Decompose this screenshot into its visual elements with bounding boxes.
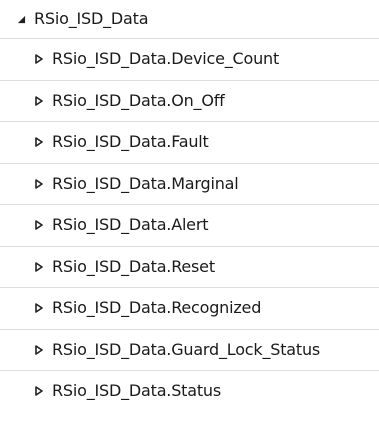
triangle-right-icon[interactable] bbox=[34, 344, 44, 356]
tree-node-recognized[interactable]: RSio_ISD_Data.Recognized bbox=[0, 287, 379, 329]
triangle-right-icon[interactable] bbox=[34, 95, 44, 107]
tree-children: RSio_ISD_Data.Device_Count RSio_ISD_Data… bbox=[0, 38, 379, 412]
tree-node-label: RSio_ISD_Data.Alert bbox=[52, 215, 209, 235]
tree-node-label: RSio_ISD_Data.Guard_Lock_Status bbox=[52, 339, 321, 359]
tree-node-fault[interactable]: RSio_ISD_Data.Fault bbox=[0, 121, 379, 163]
tree-node-label: RSio_ISD_Data.Status bbox=[52, 381, 221, 401]
triangle-right-icon[interactable] bbox=[34, 53, 44, 65]
triangle-right-icon[interactable] bbox=[34, 385, 44, 397]
tree-node-on-off[interactable]: RSio_ISD_Data.On_Off bbox=[0, 79, 379, 122]
tree-node-label: RSio_ISD_Data.On_Off bbox=[52, 90, 225, 110]
tree-node-label: RSio_ISD_Data.Marginal bbox=[52, 173, 239, 193]
tree-node-status[interactable]: RSio_ISD_Data.Status bbox=[0, 370, 379, 412]
tree-node-marginal[interactable]: RSio_ISD_Data.Marginal bbox=[0, 162, 379, 205]
tree-node-device-count[interactable]: RSio_ISD_Data.Device_Count bbox=[0, 38, 379, 80]
triangle-right-icon[interactable] bbox=[34, 302, 44, 314]
tree-node-rsio-isd-data[interactable]: RSio_ISD_Data bbox=[0, 0, 379, 38]
tree-node-guard-lock-status[interactable]: RSio_ISD_Data.Guard_Lock_Status bbox=[0, 328, 379, 371]
triangle-right-icon[interactable] bbox=[34, 178, 44, 190]
tree-node-label: RSio_ISD_Data.Recognized bbox=[52, 298, 262, 318]
tag-tree-view: RSio_ISD_Data RSio_ISD_Data.Device_Count… bbox=[0, 0, 379, 434]
tree-node-label: RSio_ISD_Data.Device_Count bbox=[52, 49, 280, 69]
triangle-right-icon[interactable] bbox=[34, 261, 44, 273]
tree-node-label: RSio_ISD_Data.Fault bbox=[52, 132, 209, 152]
triangle-right-icon[interactable] bbox=[34, 136, 44, 148]
tree-node-alert[interactable]: RSio_ISD_Data.Alert bbox=[0, 204, 379, 246]
triangle-right-icon[interactable] bbox=[34, 219, 44, 231]
tree-node-reset[interactable]: RSio_ISD_Data.Reset bbox=[0, 245, 379, 288]
tree-node-label: RSio_ISD_Data.Reset bbox=[52, 256, 215, 276]
tree-node-label: RSio_ISD_Data bbox=[34, 9, 149, 28]
triangle-down-icon[interactable] bbox=[16, 13, 26, 25]
